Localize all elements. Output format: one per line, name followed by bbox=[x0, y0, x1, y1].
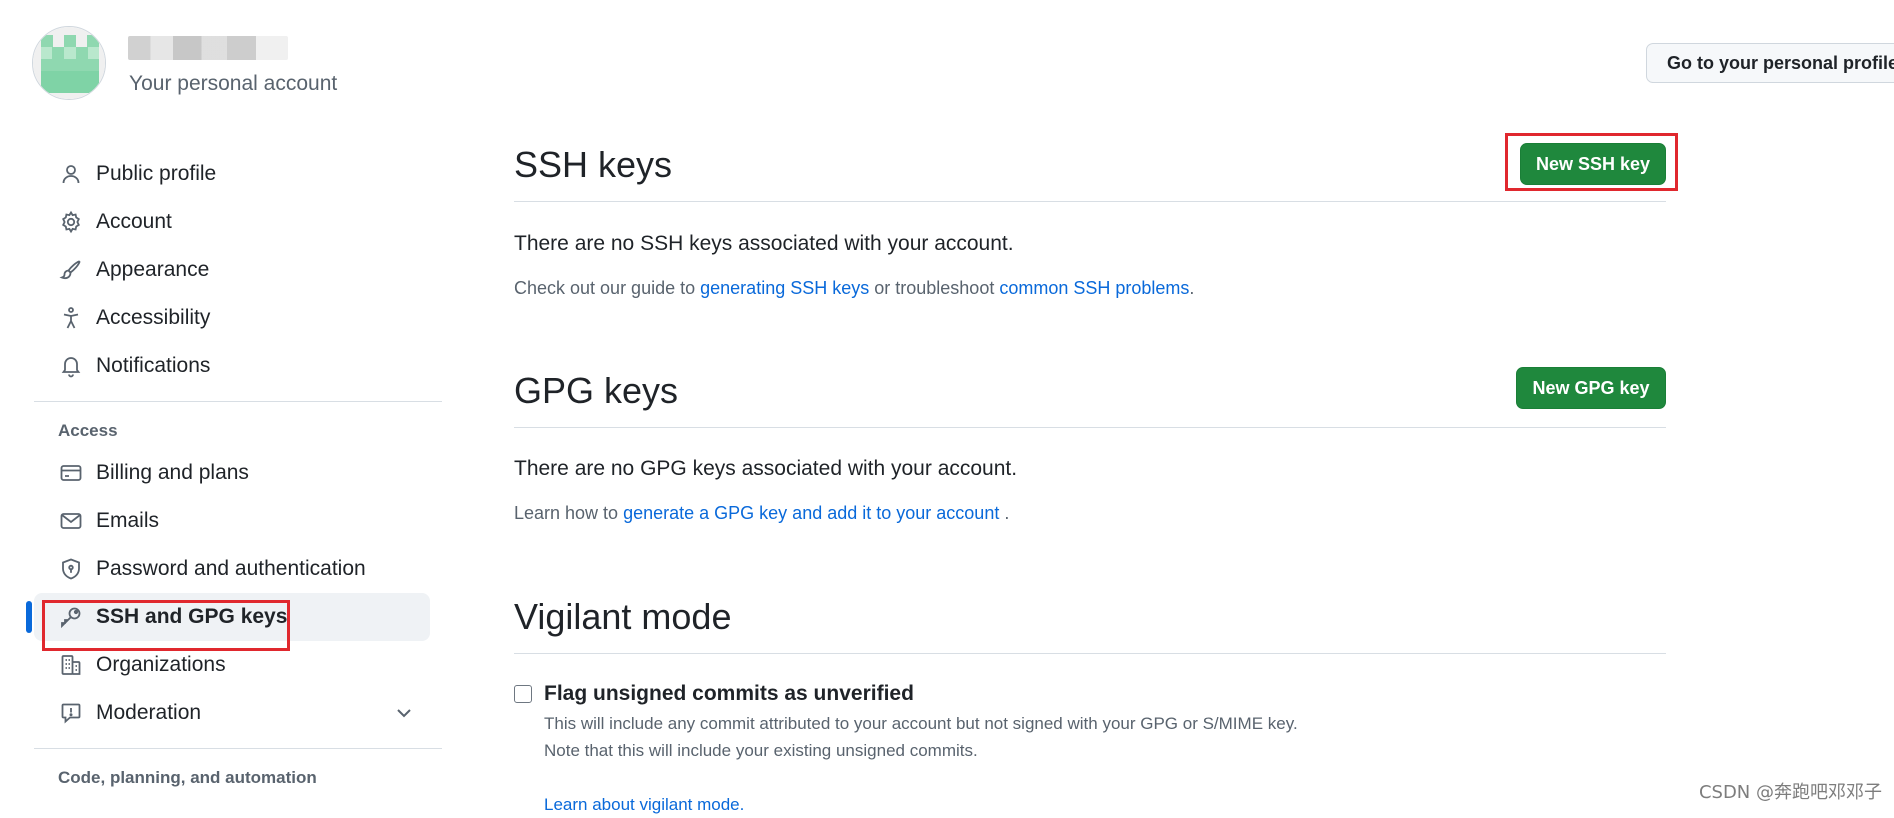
sidebar-item-label: SSH and GPG keys bbox=[96, 605, 288, 628]
generating-ssh-keys-link[interactable]: generating SSH keys bbox=[700, 278, 869, 298]
vigilant-description-line2: Note that this will include your existin… bbox=[544, 741, 978, 760]
chevron-down-icon[interactable] bbox=[392, 701, 416, 725]
flag-unsigned-commits-checkbox[interactable] bbox=[514, 685, 532, 703]
avatar-identicon bbox=[33, 27, 105, 99]
sidebar-item-accessibility[interactable]: Accessibility bbox=[34, 294, 430, 342]
watermark: CSDN @奔跑吧邓邓子 bbox=[1698, 782, 1882, 803]
vigilant-mode-header: Vigilant mode bbox=[514, 588, 1666, 654]
gpg-help-prefix: Learn how to bbox=[514, 503, 619, 523]
credit-card-icon bbox=[58, 460, 84, 486]
sidebar-item-label: Billing and plans bbox=[96, 461, 249, 484]
gpg-help-suffix: . bbox=[1004, 503, 1010, 523]
ssh-empty-message: There are no SSH keys associated with yo… bbox=[514, 232, 1014, 255]
gpg-help-text: Learn how to generate a GPG key and add … bbox=[514, 503, 1009, 524]
person-icon bbox=[58, 161, 84, 187]
sidebar-item-organizations[interactable]: Organizations bbox=[34, 641, 430, 689]
generate-gpg-key-link[interactable]: generate a GPG key and add it to your ac… bbox=[623, 503, 999, 523]
shield-lock-icon bbox=[58, 556, 84, 582]
accessibility-icon bbox=[58, 305, 84, 331]
report-icon bbox=[58, 700, 84, 726]
sidebar-item-password-auth[interactable]: Password and authentication bbox=[34, 545, 430, 593]
sidebar-item-label: Account bbox=[96, 210, 172, 233]
gear-icon bbox=[58, 209, 84, 235]
new-ssh-key-button[interactable]: New SSH key bbox=[1520, 143, 1666, 185]
sidebar-item-label: Password and authentication bbox=[96, 557, 366, 580]
ssh-help-middle: or troubleshoot bbox=[874, 278, 995, 298]
sidebar-item-appearance[interactable]: Appearance bbox=[34, 246, 430, 294]
username-redacted bbox=[128, 36, 288, 60]
sidebar-item-label: Accessibility bbox=[96, 306, 211, 329]
sidebar-group-code-planning: Code, planning, and automation bbox=[58, 768, 317, 787]
mail-icon bbox=[58, 508, 84, 534]
flag-unsigned-commits-label[interactable]: Flag unsigned commits as unverified bbox=[544, 682, 914, 706]
bell-icon bbox=[58, 353, 84, 379]
sidebar-item-notifications[interactable]: Notifications bbox=[34, 342, 430, 390]
sidebar-item-account[interactable]: Account bbox=[34, 198, 430, 246]
sidebar-item-emails[interactable]: Emails bbox=[34, 497, 430, 545]
paintbrush-icon bbox=[58, 257, 84, 283]
new-gpg-key-button[interactable]: New GPG key bbox=[1516, 367, 1666, 409]
sidebar-item-public-profile[interactable]: Public profile bbox=[34, 150, 430, 198]
organization-icon bbox=[58, 652, 84, 678]
sidebar-divider bbox=[34, 748, 442, 749]
learn-vigilant-mode-link[interactable]: Learn about vigilant mode. bbox=[544, 791, 744, 818]
gpg-keys-header: GPG keys New GPG key bbox=[514, 362, 1666, 428]
ssh-help-text: Check out our guide to generating SSH ke… bbox=[514, 278, 1194, 299]
sidebar-item-ssh-gpg-keys[interactable]: SSH and GPG keys bbox=[26, 593, 430, 641]
avatar[interactable] bbox=[32, 26, 106, 100]
common-ssh-problems-link[interactable]: common SSH problems bbox=[999, 278, 1189, 298]
vigilant-description-line1: This will include any commit attributed … bbox=[544, 714, 1298, 733]
sidebar-item-billing[interactable]: Billing and plans bbox=[34, 449, 430, 497]
go-to-profile-button[interactable]: Go to your personal profile bbox=[1646, 43, 1894, 83]
sidebar-item-label: Emails bbox=[96, 509, 160, 532]
sidebar-item-moderation[interactable]: Moderation bbox=[34, 689, 430, 737]
ssh-keys-title: SSH keys bbox=[514, 144, 673, 185]
sidebar-group-access: Access bbox=[58, 421, 118, 440]
sidebar-item-label: Moderation bbox=[96, 701, 202, 724]
gpg-empty-message: There are no GPG keys associated with yo… bbox=[514, 457, 1018, 480]
ssh-keys-header: SSH keys New SSH key bbox=[514, 136, 1666, 202]
sidebar-item-label: Organizations bbox=[96, 653, 226, 676]
settings-sidebar: Public profile Account Appearance Access… bbox=[26, 150, 442, 796]
vigilant-mode-title: Vigilant mode bbox=[514, 596, 732, 637]
gpg-keys-title: GPG keys bbox=[514, 370, 679, 411]
key-icon bbox=[58, 604, 84, 630]
ssh-help-suffix: . bbox=[1189, 278, 1195, 298]
sidebar-item-label: Notifications bbox=[96, 354, 211, 377]
sidebar-item-label: Appearance bbox=[96, 258, 210, 281]
account-subtitle: Your personal account bbox=[129, 72, 338, 95]
sidebar-item-label: Public profile bbox=[96, 162, 217, 185]
ssh-help-prefix: Check out our guide to bbox=[514, 278, 696, 298]
sidebar-divider bbox=[34, 401, 442, 402]
